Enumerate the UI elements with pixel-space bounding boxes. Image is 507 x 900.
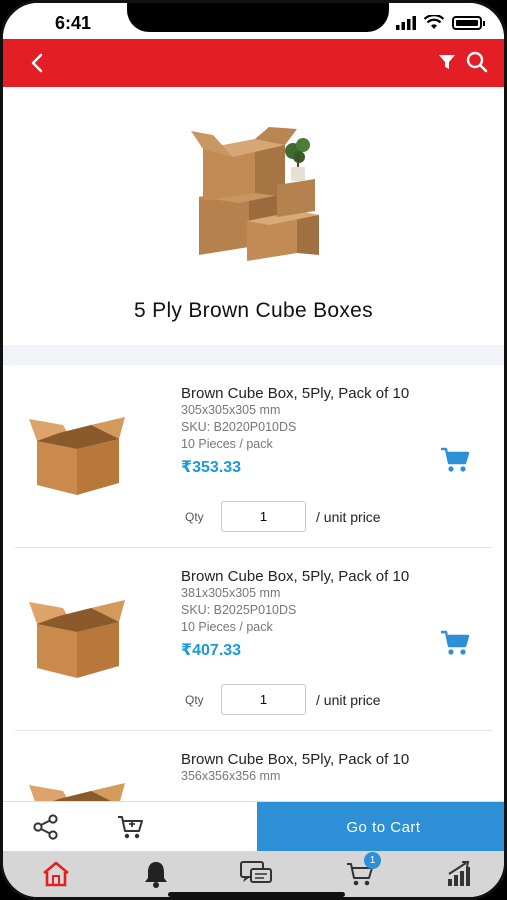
product-image xyxy=(29,600,125,678)
battery-icon xyxy=(452,15,485,30)
growth-chart-icon xyxy=(448,861,470,886)
tab-messages[interactable] xyxy=(239,859,273,889)
category-title: 5 Ply Brown Cube Boxes xyxy=(134,299,373,322)
quantity-row: Qty 1 / unit price xyxy=(185,684,381,715)
product-name: Brown Cube Box, 5Ply, Pack of 10 xyxy=(181,385,410,402)
product-pack: 10 Pieces / pack xyxy=(181,620,273,634)
quantity-row: Qty 1 / unit price xyxy=(185,501,381,532)
notch xyxy=(127,3,389,32)
product-price: ₹407.33 xyxy=(181,642,242,659)
product-item[interactable]: Brown Cube Box, 5Ply, Pack of 10 381x305… xyxy=(15,548,492,731)
chevron-left-icon xyxy=(31,53,43,73)
product-size: 356x356x356 mm xyxy=(181,769,281,783)
status-bar: 6:41 xyxy=(3,3,504,39)
product-info: Brown Cube Box, 5Ply, Pack of 10 305x305… xyxy=(181,385,421,477)
product-size: 381x305x305 mm xyxy=(181,586,281,600)
product-name: Brown Cube Box, 5Ply, Pack of 10 xyxy=(181,751,410,768)
bell-icon xyxy=(145,862,167,888)
product-name: Brown Cube Box, 5Ply, Pack of 10 xyxy=(181,568,410,585)
filter-icon[interactable] xyxy=(438,53,456,71)
go-to-cart-button[interactable]: Go to Cart xyxy=(257,802,504,852)
bottom-action-bar: Go to Cart xyxy=(3,801,504,852)
category-image xyxy=(191,127,319,261)
tab-dashboard[interactable] xyxy=(443,859,477,889)
status-icons xyxy=(396,15,485,30)
qty-label: Qty xyxy=(185,692,204,707)
header-actions xyxy=(438,51,488,73)
product-size: 305x305x305 mm xyxy=(181,403,281,417)
quantity-input[interactable]: 1 xyxy=(221,501,306,532)
share-icon[interactable] xyxy=(33,814,59,840)
product-item[interactable]: Brown Cube Box, 5Ply, Pack of 10 305x305… xyxy=(15,365,492,548)
qty-label: Qty xyxy=(185,509,204,524)
top-app-bar xyxy=(3,39,504,87)
product-pack: 10 Pieces / pack xyxy=(181,437,273,451)
tab-cart[interactable]: 1 xyxy=(343,852,381,889)
product-info: Brown Cube Box, 5Ply, Pack of 10 381x305… xyxy=(181,568,421,660)
product-sku: SKU: B2020P010DS xyxy=(181,420,297,434)
phone-screen: 6:41 5 Ply Brown Cube Boxes Brown Cube B… xyxy=(0,0,507,900)
product-info: Brown Cube Box, 5Ply, Pack of 10 356x356… xyxy=(181,751,421,785)
cart-outline-icon[interactable] xyxy=(117,814,143,840)
product-image xyxy=(29,417,125,495)
product-list[interactable]: Brown Cube Box, 5Ply, Pack of 10 305x305… xyxy=(3,365,504,801)
product-sku: SKU: B2025P010DS xyxy=(181,603,297,617)
search-icon[interactable] xyxy=(466,51,488,73)
tab-home[interactable] xyxy=(39,859,73,889)
wifi-icon xyxy=(424,15,444,29)
add-to-cart-icon[interactable] xyxy=(440,630,470,656)
section-separator xyxy=(3,345,504,365)
category-hero: 5 Ply Brown Cube Boxes xyxy=(3,87,504,345)
cart-badge: 1 xyxy=(364,852,381,869)
tab-notifications[interactable] xyxy=(139,859,173,889)
back-button[interactable] xyxy=(23,49,51,77)
product-item[interactable]: Brown Cube Box, 5Ply, Pack of 10 356x356… xyxy=(15,731,492,801)
signal-icon xyxy=(396,15,416,30)
quantity-input[interactable]: 1 xyxy=(221,684,306,715)
unit-price-label: / unit price xyxy=(316,508,381,525)
unit-price-label: / unit price xyxy=(316,691,381,708)
home-icon xyxy=(43,861,69,887)
status-time: 6:41 xyxy=(55,13,92,33)
home-indicator xyxy=(168,892,345,897)
add-to-cart-icon[interactable] xyxy=(440,447,470,473)
product-price: ₹353.33 xyxy=(181,459,242,476)
chat-icon xyxy=(240,861,272,883)
product-image xyxy=(29,783,125,801)
